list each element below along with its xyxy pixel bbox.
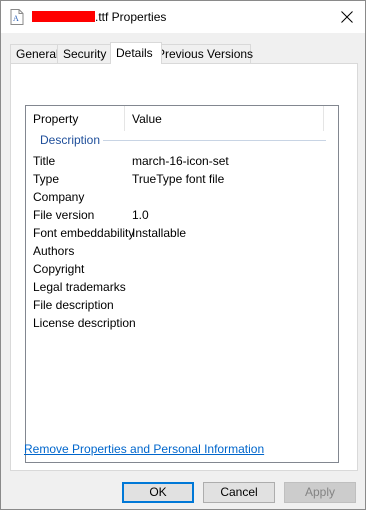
property-name: Company — [33, 190, 85, 204]
apply-button[interactable]: Apply — [284, 482, 356, 503]
svg-text:A: A — [13, 14, 19, 23]
property-row[interactable]: Title march-16-icon-set — [33, 152, 333, 170]
property-row[interactable]: Font embeddability Installable — [33, 224, 333, 242]
ok-button[interactable]: OK — [122, 482, 194, 503]
property-value: Installable — [132, 226, 187, 240]
remove-properties-link[interactable]: Remove Properties and Personal Informati… — [24, 442, 264, 456]
group-header-description: Description — [40, 133, 101, 147]
cancel-button[interactable]: Cancel — [203, 482, 275, 503]
property-name: Legal trademarks — [33, 280, 126, 294]
property-row[interactable]: File description — [33, 296, 333, 314]
properties-list[interactable]: Property Value Description Title march-1… — [25, 105, 339, 463]
font-file-icon: A — [10, 9, 24, 25]
details-panel: Property Value Description Title march-1… — [10, 63, 358, 471]
property-row[interactable]: Copyright — [33, 260, 333, 278]
title-bar[interactable]: A .ttf Properties — [1, 1, 365, 33]
tab-previous-versions[interactable]: Previous Versions — [151, 44, 253, 63]
tab-details[interactable]: Details — [110, 42, 162, 64]
dialog-body: General Security Details Previous Versio… — [1, 33, 365, 509]
column-header-value[interactable]: Value — [132, 112, 162, 126]
group-divider — [103, 140, 326, 141]
property-row[interactable]: Type TrueType font file — [33, 170, 333, 188]
property-name: Copyright — [33, 262, 85, 276]
window-title: .ttf Properties — [32, 10, 166, 24]
property-name: Authors — [33, 244, 75, 258]
property-row[interactable]: File version 1.0 — [33, 206, 333, 224]
property-name: License description — [33, 316, 136, 330]
property-row[interactable]: Company — [33, 188, 333, 206]
list-header: Property Value — [26, 106, 338, 131]
property-value: 1.0 — [132, 208, 149, 222]
column-header-property[interactable]: Property — [33, 112, 78, 126]
property-name: Title — [33, 154, 56, 168]
property-row[interactable]: Authors — [33, 242, 333, 260]
property-name: File version — [33, 208, 95, 222]
property-value: march-16-icon-set — [132, 154, 229, 168]
property-name: Type — [33, 172, 60, 186]
close-icon — [341, 11, 353, 23]
tab-security[interactable]: Security — [57, 44, 115, 63]
property-name: Font embeddability — [33, 226, 135, 240]
close-button[interactable] — [335, 5, 359, 29]
column-divider[interactable] — [124, 106, 125, 131]
property-value: TrueType font file — [132, 172, 225, 186]
redacted-filename — [32, 11, 95, 22]
properties-dialog: A .ttf Properties General Security Detai… — [0, 0, 366, 510]
property-row[interactable]: Legal trademarks — [33, 278, 333, 296]
column-divider[interactable] — [323, 106, 324, 131]
property-name: File description — [33, 298, 114, 312]
property-row[interactable]: License description — [33, 314, 333, 332]
